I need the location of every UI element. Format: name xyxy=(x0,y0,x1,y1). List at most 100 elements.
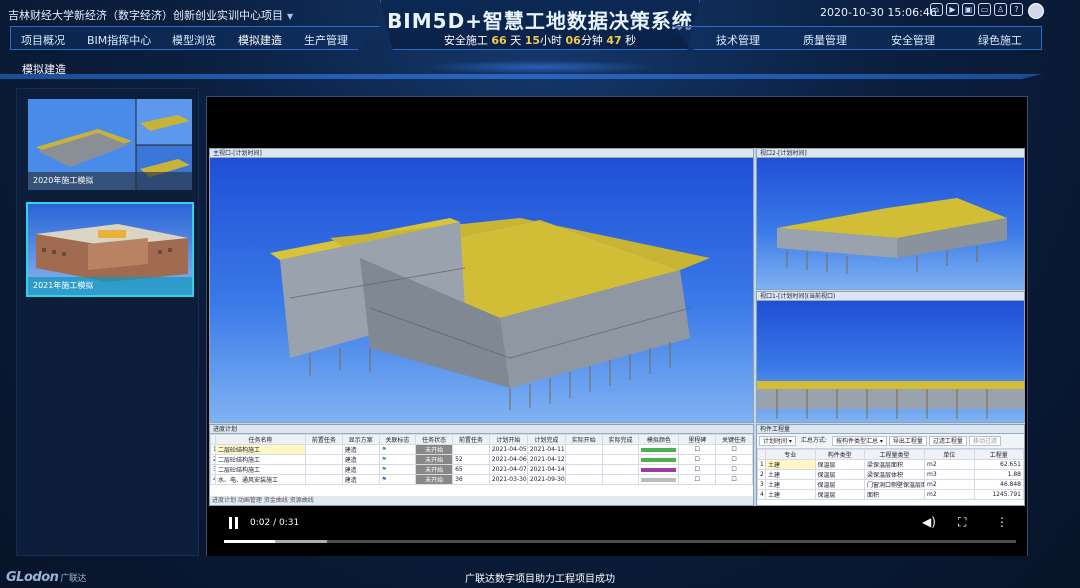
nav-quality[interactable]: 质量管理 xyxy=(803,32,847,48)
row-index: 1 xyxy=(757,459,766,470)
table-row[interactable]: 1 二层砼结构施工 建造 ⚑ 未开始 2021-04-05 2021-04-11… xyxy=(210,444,753,455)
filter-button[interactable]: 过滤工程量 xyxy=(928,436,967,446)
critical-checkbox[interactable]: ☐ xyxy=(715,444,753,455)
critical-checkbox[interactable]: ☐ xyxy=(715,464,753,475)
schedule-title: 进度计划 xyxy=(210,425,753,434)
type: 保温层 xyxy=(814,469,865,480)
qtype: 面积 xyxy=(864,489,925,500)
milestone-checkbox[interactable]: ☐ xyxy=(678,444,717,455)
col-critical: 关键任务 xyxy=(715,434,753,445)
unit: m2 xyxy=(924,489,975,500)
cell-empty xyxy=(305,454,343,465)
critical-checkbox[interactable]: ☐ xyxy=(715,474,753,485)
main-viewport: 主视口-[计划时间] xyxy=(209,148,754,423)
critical-checkbox[interactable]: ☐ xyxy=(715,454,753,465)
milestone-checkbox[interactable]: ☐ xyxy=(678,454,717,465)
safety-label: 安全施工 xyxy=(443,34,488,47)
viewport-1-scene xyxy=(757,301,1024,422)
table-row[interactable]: 3 二层砼结构施工 建造 ⚑ 未开始 65 2021-04-07 2021-04… xyxy=(210,464,753,475)
start-date: 2021-03-30 xyxy=(488,474,528,485)
table-row[interactable]: 2 土建 保温层 梁保温层体积 m3 1.88 xyxy=(757,469,1024,480)
system-title: BIM5D+智慧工地数据决策系统 xyxy=(387,9,693,33)
more-options-icon[interactable]: ⋮ xyxy=(996,515,1008,529)
schedule-tabs[interactable]: 进度计划 动画管理 资金曲线 资源曲线 xyxy=(210,496,753,505)
task-name: 水、电、通风安装施工 xyxy=(215,474,306,485)
monitor-icon[interactable]: ▭ xyxy=(978,3,991,16)
shirt-icon[interactable]: ♙ xyxy=(994,3,1007,16)
unit: m2 xyxy=(924,479,975,490)
qtype: 梁保温层面积 xyxy=(864,459,925,470)
summary-select[interactable]: 按构件类型汇总 ▾ xyxy=(831,436,887,446)
table-row[interactable]: 3土建保温层门窗洞口侧壁保温层面积m246.848 xyxy=(757,479,1024,490)
unit-hour: 小时 xyxy=(540,34,562,47)
type: 保温层 xyxy=(814,459,865,470)
col-color: 模拟颜色 xyxy=(638,434,680,445)
export-button[interactable]: 导出工程量 xyxy=(888,436,927,446)
table-row[interactable]: 4 土建 保温层 面积 m2 1245.791 xyxy=(757,489,1024,500)
col-unit: 单位 xyxy=(924,449,975,460)
nav-bim-command[interactable]: BIM指挥中心 xyxy=(87,32,151,48)
viewport-1: 视口1-[计划时间](当前视口) xyxy=(756,291,1025,423)
project-selector[interactable]: 吉林财经大学新经济（数字经济）创新创业实训中心项目 ▼ xyxy=(8,7,293,23)
video-progress[interactable] xyxy=(224,540,1016,543)
col-value: 工程量 xyxy=(973,449,1024,460)
start-date: 2021-04-06 xyxy=(488,454,528,465)
nav-safety[interactable]: 安全管理 xyxy=(891,32,935,48)
task-name: 二层砼结构施工 xyxy=(215,444,306,455)
thumbnail-2020[interactable]: 2020年施工模拟 xyxy=(28,99,192,190)
cell-empty xyxy=(305,464,343,475)
thumbnail-2021[interactable]: 2021年施工模拟 xyxy=(26,202,194,297)
value: 46.848 xyxy=(973,479,1024,490)
display-icon[interactable]: ▣ xyxy=(962,3,975,16)
avatar[interactable] xyxy=(1028,3,1044,19)
milestone-checkbox[interactable]: ☐ xyxy=(678,474,717,485)
safety-hours: 15 xyxy=(524,34,540,47)
nav-simulate-build[interactable]: 模拟建造 xyxy=(238,32,282,48)
end-date: 2021-04-11 xyxy=(526,444,566,455)
color-swatch xyxy=(641,458,677,462)
nav-production[interactable]: 生产管理 xyxy=(304,32,348,48)
col-type: 构件类型 xyxy=(814,449,865,460)
pause-icon[interactable] xyxy=(228,517,240,529)
nav-model-browse[interactable]: 模型浏览 xyxy=(172,32,216,48)
pre-task: 65 xyxy=(452,464,490,475)
thumbnail-2021-label: 2021年施工模拟 xyxy=(28,277,192,295)
status-badge: 未开始 xyxy=(415,444,454,455)
main-viewport-scene xyxy=(210,158,753,422)
col-qtype: 工程量类型 xyxy=(864,449,925,460)
col-act-start: 实际开始 xyxy=(564,434,603,445)
building-model-main xyxy=(270,218,710,410)
viewport-2: 视口2-[计划时间] xyxy=(756,148,1025,290)
milestone-checkbox[interactable]: ☐ xyxy=(678,464,717,475)
start-date: 2021-04-07 xyxy=(488,464,528,475)
schedule-window: 进度计划 任务名称 前置任务 显示方案 关联标志 任务状态 前置任务 计划开始 … xyxy=(209,424,754,506)
fullscreen-icon[interactable]: ⛶ xyxy=(958,515,966,530)
viewport-2-scene xyxy=(757,158,1024,289)
nav-project-overview[interactable]: 项目概况 xyxy=(21,32,65,48)
table-row[interactable]: 4 水、电、通风安装施工 建造 ⚑ 未开始 36 2021-03-30 2021… xyxy=(210,474,753,485)
play-icon[interactable]: ▶ xyxy=(946,3,959,16)
major: 土建 xyxy=(765,469,816,480)
volume-icon[interactable]: ◀) xyxy=(922,515,936,529)
quantity-toolbar: 计划时间 ▾ 汇总方式: 按构件类型汇总 ▾ 导出工程量 过滤工程量 移动过滤 xyxy=(757,434,1024,449)
plan-time-select[interactable]: 计划时间 ▾ xyxy=(759,436,796,446)
start-date: 2021-04-05 xyxy=(488,444,528,455)
safety-days: 66 xyxy=(491,34,507,47)
sim-color xyxy=(638,474,680,485)
nav-green[interactable]: 绿色施工 xyxy=(978,32,1022,48)
flag-icon: ⚑ xyxy=(378,444,417,455)
col-act-end: 实际完成 xyxy=(601,434,640,445)
task-name: 二层砼结构施工 xyxy=(215,464,306,475)
cell-empty xyxy=(564,454,603,465)
unit-second: 秒 xyxy=(625,34,637,47)
value: 1245.791 xyxy=(973,489,1024,500)
color-swatch xyxy=(641,448,677,452)
table-row[interactable]: 2 二层砼结构施工 建造 ⚑ 未开始 52 2021-04-06 2021-04… xyxy=(210,454,753,465)
hat-icon[interactable]: ⌂ xyxy=(930,3,943,16)
remove-filter-button[interactable]: 移动过滤 xyxy=(968,436,1001,446)
col-plan: 显示方案 xyxy=(341,434,380,445)
help-icon[interactable]: ? xyxy=(1010,3,1023,16)
quantity-grid: 计划时间 ▾ 汇总方式: 按构件类型汇总 ▾ 导出工程量 过滤工程量 移动过滤 … xyxy=(757,434,1024,505)
nav-tech[interactable]: 技术管理 xyxy=(716,32,760,48)
table-row[interactable]: 1 土建 保温层 梁保温层面积 m2 62.651 xyxy=(757,459,1024,470)
